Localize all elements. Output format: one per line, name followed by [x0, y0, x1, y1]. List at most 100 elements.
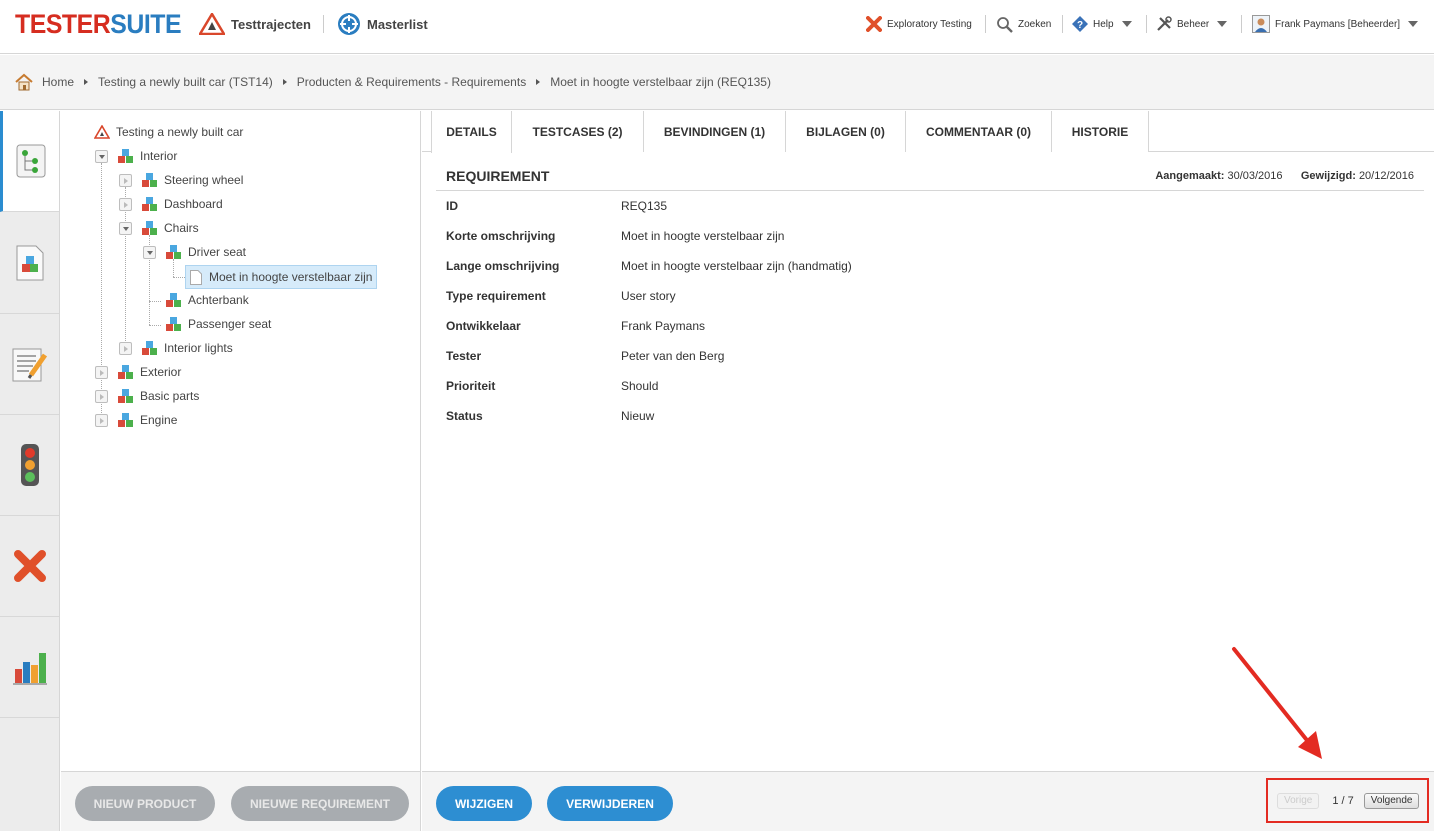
detail-action-bar: WIJZIGEN VERWIJDEREN Vorige 1 / 7 Volgen… — [422, 771, 1434, 831]
product-tree: Testing a newly built car Interior Steer… — [61, 111, 421, 771]
field-row-tester: Tester Peter van den Berg — [446, 349, 725, 363]
chevron-down-icon — [1217, 21, 1228, 27]
pager-position: 1 / 7 — [1332, 794, 1354, 807]
search-icon — [997, 16, 1013, 33]
tab-bijlagen[interactable]: BIJLAGEN (0) — [786, 111, 906, 152]
rail-tree[interactable] — [0, 111, 59, 212]
chevron-down-icon — [1121, 21, 1132, 27]
tree-item-driver-seat[interactable]: Driver seat — [166, 242, 246, 262]
nav-exploratory-testing[interactable]: Exploratory Testing — [866, 14, 972, 34]
tree-toggle-interior[interactable] — [95, 150, 108, 163]
tree-toggle-dashboard[interactable] — [119, 198, 132, 211]
tab-bar: DETAILS TESTCASES (2) BEVINDINGEN (1) BI… — [422, 111, 1434, 153]
cancel-icon — [13, 550, 46, 582]
nav-testtrajecten[interactable]: Testtrajecten — [199, 12, 311, 36]
edit-button[interactable]: WIJZIGEN — [436, 786, 532, 821]
nav-zoeken[interactable]: Zoeken — [996, 14, 1051, 34]
previous-button[interactable]: Vorige — [1277, 792, 1320, 809]
tree-toggle-engine[interactable] — [95, 414, 108, 427]
chevron-down-icon — [1408, 21, 1419, 27]
product-icon — [166, 293, 181, 307]
next-button[interactable]: Volgende — [1363, 792, 1420, 809]
breadcrumb-section[interactable]: Producten & Requirements - Requirements — [297, 75, 526, 89]
pager: Vorige 1 / 7 Volgende — [1266, 778, 1429, 823]
tree-icon — [16, 144, 46, 178]
tree-toggle-steering[interactable] — [119, 174, 132, 187]
help-diamond-icon: ? — [1072, 16, 1088, 32]
tree-item-basic-parts[interactable]: Basic parts — [118, 386, 199, 406]
field-row-short-description: Korte omschrijving Moet in hoogte verstel… — [446, 229, 785, 243]
nav-beheer[interactable]: Beheer — [1156, 14, 1228, 34]
new-requirement-button[interactable]: NIEUWE REQUIREMENT — [231, 786, 409, 821]
modified-date: 20/12/2016 — [1358, 170, 1414, 182]
rail-notes[interactable] — [0, 314, 59, 415]
field-row-long-description: Lange omschrijving Moet in hoogte verstel… — [446, 259, 852, 273]
tree-item-interior[interactable]: Interior — [118, 146, 177, 166]
tree-item-requirement-selected[interactable]: Moet in hoogte verstelbaar zijn — [185, 265, 378, 289]
document-icon — [190, 269, 202, 285]
tree-toggle-chairs[interactable] — [119, 222, 132, 235]
tree-root[interactable]: Testing a newly built car — [94, 122, 243, 142]
product-icon — [118, 149, 133, 163]
created-date: 30/03/2016 — [1227, 170, 1283, 182]
breadcrumb-home[interactable]: Home — [42, 75, 74, 89]
user-avatar-icon — [1252, 15, 1270, 33]
breadcrumb-arrow-icon — [536, 79, 541, 85]
breadcrumb-arrow-icon — [84, 79, 89, 85]
left-rail — [0, 111, 60, 831]
logo[interactable]: TESTERSUITE — [15, 9, 182, 40]
field-row-id: ID REQ135 — [446, 199, 668, 213]
product-icon — [16, 245, 43, 281]
tree-item-steering-wheel[interactable]: Steering wheel — [142, 170, 243, 190]
product-icon — [142, 197, 157, 211]
tree-item-chairs[interactable]: Chairs — [142, 218, 199, 238]
nav-masterlist[interactable]: Masterlist — [337, 12, 428, 36]
rail-cancel[interactable] — [0, 516, 59, 617]
detail-panel: DETAILS TESTCASES (2) BEVINDINGEN (1) BI… — [422, 111, 1434, 771]
breadcrumb-project[interactable]: Testing a newly built car (TST14) — [98, 75, 273, 89]
rail-products[interactable] — [0, 213, 59, 314]
app-window: TESTERSUITE Testtrajecten Masterlist Exp… — [0, 0, 1434, 831]
tree-item-exterior[interactable]: Exterior — [118, 362, 181, 382]
breadcrumb-bar: Home Testing a newly built car (TST14) P… — [0, 55, 1434, 155]
tree-toggle-driver-seat[interactable] — [143, 246, 156, 259]
tree-item-achterbank[interactable]: Achterbank — [166, 290, 249, 310]
breadcrumb-arrow-icon — [282, 79, 287, 85]
nav-help[interactable]: ? Help — [1072, 14, 1132, 34]
product-icon — [166, 245, 181, 259]
tree-toggle-exterior[interactable] — [95, 366, 108, 379]
annotation-arrow — [1232, 647, 1322, 759]
tree-toggle-interior-lights[interactable] — [119, 342, 132, 355]
tree-item-engine[interactable]: Engine — [118, 410, 177, 430]
chart-icon — [12, 653, 47, 685]
tree-action-bar: NIEUW PRODUCT NIEUWE REQUIREMENT — [61, 771, 421, 831]
masterlist-globe-icon — [338, 13, 360, 35]
field-row-priority: Prioriteit Should — [446, 379, 659, 393]
field-row-developer: Ontwikkelaar Frank Paymans — [446, 319, 706, 333]
top-bar: TESTERSUITE Testtrajecten Masterlist Exp… — [0, 0, 1434, 54]
traffic-light-icon — [20, 444, 39, 486]
nav-user-menu[interactable]: Frank Paymans [Beheerder] — [1252, 14, 1419, 34]
tab-testcases[interactable]: TESTCASES (2) — [512, 111, 644, 152]
new-product-button[interactable]: NIEUW PRODUCT — [75, 786, 215, 821]
tree-item-dashboard[interactable]: Dashboard — [142, 194, 223, 214]
product-icon — [142, 221, 157, 235]
tab-commentaar[interactable]: COMMENTAAR (0) — [906, 111, 1052, 152]
rail-reports[interactable] — [0, 617, 59, 718]
product-icon — [118, 413, 133, 427]
rail-status[interactable] — [0, 415, 59, 516]
delete-button[interactable]: VERWIJDEREN — [547, 786, 673, 821]
tree-item-passenger-seat[interactable]: Passenger seat — [166, 314, 271, 334]
tree-item-interior-lights[interactable]: Interior lights — [142, 338, 233, 358]
warning-triangle-icon — [94, 125, 110, 139]
home-icon[interactable] — [14, 73, 34, 91]
tab-historie[interactable]: HISTORIE — [1052, 111, 1149, 152]
requirement-dates: Aangemaakt: 30/03/2016 Gewijzigd: 20/12/… — [1155, 170, 1414, 182]
field-row-type: Type requirement User story — [446, 289, 676, 303]
requirement-title: REQUIREMENT — [446, 168, 550, 184]
product-icon — [118, 365, 133, 379]
tree-toggle-basic-parts[interactable] — [95, 390, 108, 403]
tab-details[interactable]: DETAILS — [431, 111, 512, 153]
product-icon — [142, 341, 157, 355]
tab-bevindingen[interactable]: BEVINDINGEN (1) — [644, 111, 786, 152]
